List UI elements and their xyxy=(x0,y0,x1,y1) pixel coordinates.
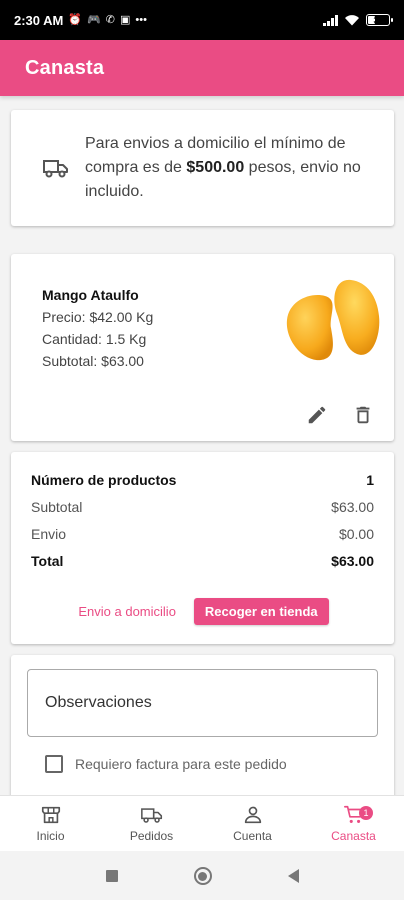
nav-item-pedidos[interactable]: Pedidos xyxy=(101,796,202,851)
order-summary-card: Número de productos 1 Subtotal $63.00 En… xyxy=(11,452,394,644)
gamepad-icon: 🎮 xyxy=(87,13,101,26)
whatsapp-icon: ✆ xyxy=(105,13,115,26)
minimum-amount: $500.00 xyxy=(186,159,245,176)
summary-label: Envio xyxy=(31,526,67,542)
nav-label: Canasta xyxy=(331,829,376,843)
summary-label: Total xyxy=(31,553,64,569)
nav-label: Pedidos xyxy=(129,829,174,843)
invoice-checkbox[interactable] xyxy=(45,755,63,773)
status-right: 32 xyxy=(323,14,393,26)
summary-row-total: Total $63.00 xyxy=(31,553,374,569)
summary-row-subtotal: Subtotal $63.00 xyxy=(31,499,374,515)
truck-icon xyxy=(140,808,162,823)
system-navigation xyxy=(0,852,404,900)
nav-label: Inicio xyxy=(36,829,65,843)
home-icon[interactable] xyxy=(193,867,212,885)
status-bar: 2:30 AM ⏰ 🎮 ✆ ▣ ••• 32 xyxy=(0,0,404,40)
status-time: 2:30 AM xyxy=(14,12,64,28)
page-title: Canasta xyxy=(25,56,105,79)
battery-icon: 32 xyxy=(366,14,393,26)
notes-card: Observaciones Requiero factura para este… xyxy=(11,655,394,805)
shipping-notice-text: Para envios a domicilio el mínimo de com… xyxy=(85,132,375,204)
recents-icon[interactable] xyxy=(105,870,118,882)
product-card: Mango Ataulfo Precio: $42.00 Kg Cantidad… xyxy=(11,254,394,441)
observations-placeholder: Observaciones xyxy=(45,694,152,711)
nav-item-cuenta[interactable]: Cuenta xyxy=(202,796,303,851)
product-name: Mango Ataulfo xyxy=(42,287,139,303)
home-delivery-button[interactable]: Envio a domicilio xyxy=(76,600,178,623)
invoice-option[interactable]: Requiero factura para este pedido xyxy=(45,755,287,773)
delete-product-button[interactable] xyxy=(352,404,374,426)
signal-icon xyxy=(323,14,338,26)
alarm-icon: ⏰ xyxy=(68,13,83,26)
invoice-label: Requiero factura para este pedido xyxy=(75,756,287,772)
store-icon xyxy=(41,806,60,824)
store-pickup-button[interactable]: Recoger en tienda xyxy=(193,598,329,625)
wifi-icon xyxy=(345,15,359,26)
product-subtotal: Subtotal: $63.00 xyxy=(42,353,144,369)
summary-value: $63.00 xyxy=(331,499,374,515)
edit-product-button[interactable] xyxy=(306,404,328,426)
product-image-mango xyxy=(286,279,380,361)
summary-label: Número de productos xyxy=(31,472,177,488)
status-left: 2:30 AM ⏰ 🎮 ✆ ▣ ••• xyxy=(14,13,147,28)
battery-percent: 32 xyxy=(373,15,383,25)
truck-icon xyxy=(43,160,68,178)
shipping-notice-card: Para envios a domicilio el mínimo de com… xyxy=(11,110,394,226)
summary-value: $0.00 xyxy=(338,526,374,542)
summary-label: Subtotal xyxy=(31,499,83,515)
bottom-navigation: Inicio Pedidos Cuenta 1 Canasta xyxy=(0,795,404,851)
nav-label: Cuenta xyxy=(233,829,272,843)
delivery-options: Envio a domicilio Recoger en tienda xyxy=(11,598,394,625)
summary-row-product-count: Número de productos 1 xyxy=(31,472,374,488)
app-bar: Canasta xyxy=(0,40,404,96)
summary-value: 1 xyxy=(366,472,374,488)
nav-item-inicio[interactable]: Inicio xyxy=(0,796,101,851)
product-quantity: Cantidad: 1.5 Kg xyxy=(42,331,147,347)
product-info: Mango Ataulfo Precio: $42.00 Kg Cantidad… xyxy=(42,284,153,372)
nav-item-canasta[interactable]: 1 Canasta xyxy=(303,796,404,851)
message-icon: ▣ xyxy=(120,13,131,26)
summary-row-shipping: Envio $0.00 xyxy=(31,526,374,542)
more-notifications-icon: ••• xyxy=(135,13,147,26)
product-price: Precio: $42.00 Kg xyxy=(42,309,154,325)
back-icon[interactable] xyxy=(287,869,299,883)
cart-badge: 1 xyxy=(359,806,373,820)
observations-input[interactable]: Observaciones xyxy=(27,669,378,737)
person-icon xyxy=(244,806,261,824)
summary-value: $63.00 xyxy=(331,553,374,569)
